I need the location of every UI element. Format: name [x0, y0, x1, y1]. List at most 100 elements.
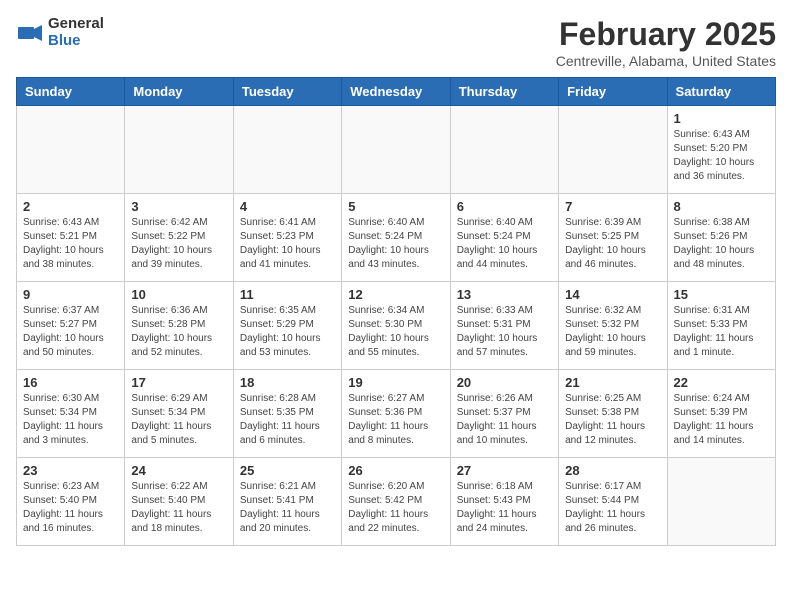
- day-info: Sunrise: 6:29 AM Sunset: 5:34 PM Dayligh…: [131, 392, 226, 448]
- calendar-cell: 13Sunrise: 6:33 AM Sunset: 5:31 PM Dayli…: [450, 282, 558, 370]
- day-info: Sunrise: 6:40 AM Sunset: 5:24 PM Dayligh…: [348, 216, 443, 272]
- day-info: Sunrise: 6:24 AM Sunset: 5:39 PM Dayligh…: [674, 392, 769, 448]
- calendar-week-1: 2 Sunrise: 6:43 AM Sunset: 5:21 PM Daylig…: [17, 194, 776, 282]
- day-number: 23: [23, 463, 118, 478]
- day-number: 12: [348, 287, 443, 302]
- day-info: Sunrise: 6:38 AM Sunset: 5:26 PM Dayligh…: [674, 216, 769, 272]
- day-number: 4: [240, 199, 335, 214]
- calendar-cell: 1 Sunrise: 6:43 AM Sunset: 5:20 PM Daylig…: [667, 106, 775, 194]
- day-number: 14: [565, 287, 660, 302]
- title-block: February 2025 Centreville, Alabama, Unit…: [556, 16, 776, 69]
- day-number: 19: [348, 375, 443, 390]
- calendar-cell: 24 Sunrise: 6:22 AM Sunset: 5:40 PM Dayli…: [125, 458, 233, 546]
- day-info: Sunrise: 6:33 AM Sunset: 5:31 PM Dayligh…: [457, 304, 552, 360]
- calendar-cell: 26 Sunrise: 6:20 AM Sunset: 5:42 PM Dayli…: [342, 458, 450, 546]
- location: Centreville, Alabama, United States: [556, 53, 776, 69]
- day-number: 9: [23, 287, 118, 302]
- day-info: Sunrise: 6:18 AM Sunset: 5:43 PM Dayligh…: [457, 480, 552, 536]
- weekday-header-row: SundayMondayTuesdayWednesdayThursdayFrid…: [17, 78, 776, 106]
- calendar-cell: 18 Sunrise: 6:28 AM Sunset: 5:35 PM Dayli…: [233, 370, 341, 458]
- day-number: 5: [348, 199, 443, 214]
- weekday-header-saturday: Saturday: [667, 78, 775, 106]
- day-info: Sunrise: 6:27 AM Sunset: 5:36 PM Dayligh…: [348, 392, 443, 448]
- month-title: February 2025: [556, 16, 776, 53]
- day-info: Sunrise: 6:35 AM Sunset: 5:29 PM Dayligh…: [240, 304, 335, 360]
- calendar-cell: [342, 106, 450, 194]
- day-number: 16: [23, 375, 118, 390]
- calendar-cell: 4 Sunrise: 6:41 AM Sunset: 5:23 PM Daylig…: [233, 194, 341, 282]
- calendar-cell: [450, 106, 558, 194]
- calendar-cell: 3 Sunrise: 6:42 AM Sunset: 5:22 PM Daylig…: [125, 194, 233, 282]
- day-info: Sunrise: 6:43 AM Sunset: 5:21 PM Dayligh…: [23, 216, 118, 272]
- calendar-cell: 20 Sunrise: 6:26 AM Sunset: 5:37 PM Dayli…: [450, 370, 558, 458]
- day-info: Sunrise: 6:28 AM Sunset: 5:35 PM Dayligh…: [240, 392, 335, 448]
- day-number: 20: [457, 375, 552, 390]
- calendar-cell: 12 Sunrise: 6:34 AM Sunset: 5:30 PM Dayli…: [342, 282, 450, 370]
- day-info: Sunrise: 6:40 AM Sunset: 5:24 PM Dayligh…: [457, 216, 552, 272]
- weekday-header-tuesday: Tuesday: [233, 78, 341, 106]
- day-number: 11: [240, 287, 335, 302]
- calendar-cell: 6 Sunrise: 6:40 AM Sunset: 5:24 PM Daylig…: [450, 194, 558, 282]
- calendar-cell: [17, 106, 125, 194]
- day-number: 17: [131, 375, 226, 390]
- day-info: Sunrise: 6:30 AM Sunset: 5:34 PM Dayligh…: [23, 392, 118, 448]
- day-info: Sunrise: 6:25 AM Sunset: 5:38 PM Dayligh…: [565, 392, 660, 448]
- day-number: 2: [23, 199, 118, 214]
- day-info: Sunrise: 6:37 AM Sunset: 5:27 PM Dayligh…: [23, 304, 118, 360]
- day-number: 27: [457, 463, 552, 478]
- day-number: 26: [348, 463, 443, 478]
- calendar-cell: 2 Sunrise: 6:43 AM Sunset: 5:21 PM Daylig…: [17, 194, 125, 282]
- calendar-table: SundayMondayTuesdayWednesdayThursdayFrid…: [16, 77, 776, 546]
- day-info: Sunrise: 6:34 AM Sunset: 5:30 PM Dayligh…: [348, 304, 443, 360]
- calendar-week-3: 16 Sunrise: 6:30 AM Sunset: 5:34 PM Dayli…: [17, 370, 776, 458]
- calendar-cell: 8Sunrise: 6:38 AM Sunset: 5:26 PM Daylig…: [667, 194, 775, 282]
- calendar-week-0: 1 Sunrise: 6:43 AM Sunset: 5:20 PM Daylig…: [17, 106, 776, 194]
- weekday-header-friday: Friday: [559, 78, 667, 106]
- calendar-cell: [125, 106, 233, 194]
- logo-general-text: General: [48, 16, 104, 33]
- day-info: Sunrise: 6:23 AM Sunset: 5:40 PM Dayligh…: [23, 480, 118, 536]
- weekday-header-sunday: Sunday: [17, 78, 125, 106]
- calendar-cell: 10 Sunrise: 6:36 AM Sunset: 5:28 PM Dayli…: [125, 282, 233, 370]
- weekday-header-thursday: Thursday: [450, 78, 558, 106]
- day-info: Sunrise: 6:41 AM Sunset: 5:23 PM Dayligh…: [240, 216, 335, 272]
- day-number: 1: [674, 111, 769, 126]
- day-info: Sunrise: 6:39 AM Sunset: 5:25 PM Dayligh…: [565, 216, 660, 272]
- calendar-cell: [667, 458, 775, 546]
- day-number: 22: [674, 375, 769, 390]
- calendar-cell: 5 Sunrise: 6:40 AM Sunset: 5:24 PM Daylig…: [342, 194, 450, 282]
- day-number: 18: [240, 375, 335, 390]
- day-info: Sunrise: 6:43 AM Sunset: 5:20 PM Dayligh…: [674, 128, 769, 184]
- day-number: 21: [565, 375, 660, 390]
- calendar-cell: 21 Sunrise: 6:25 AM Sunset: 5:38 PM Dayli…: [559, 370, 667, 458]
- day-info: Sunrise: 6:42 AM Sunset: 5:22 PM Dayligh…: [131, 216, 226, 272]
- day-number: 25: [240, 463, 335, 478]
- logo-blue-text: Blue: [48, 33, 104, 50]
- day-number: 10: [131, 287, 226, 302]
- day-info: Sunrise: 6:26 AM Sunset: 5:37 PM Dayligh…: [457, 392, 552, 448]
- calendar-cell: [559, 106, 667, 194]
- calendar-cell: 25 Sunrise: 6:21 AM Sunset: 5:41 PM Dayli…: [233, 458, 341, 546]
- day-info: Sunrise: 6:32 AM Sunset: 5:32 PM Dayligh…: [565, 304, 660, 360]
- page-header: General Blue February 2025 Centreville, …: [16, 16, 776, 69]
- day-info: Sunrise: 6:20 AM Sunset: 5:42 PM Dayligh…: [348, 480, 443, 536]
- calendar-cell: [233, 106, 341, 194]
- calendar-week-2: 9 Sunrise: 6:37 AM Sunset: 5:27 PM Daylig…: [17, 282, 776, 370]
- day-info: Sunrise: 6:17 AM Sunset: 5:44 PM Dayligh…: [565, 480, 660, 536]
- calendar-cell: 7Sunrise: 6:39 AM Sunset: 5:25 PM Daylig…: [559, 194, 667, 282]
- day-number: 24: [131, 463, 226, 478]
- day-number: 6: [457, 199, 552, 214]
- day-info: Sunrise: 6:36 AM Sunset: 5:28 PM Dayligh…: [131, 304, 226, 360]
- calendar-cell: 19 Sunrise: 6:27 AM Sunset: 5:36 PM Dayli…: [342, 370, 450, 458]
- day-info: Sunrise: 6:22 AM Sunset: 5:40 PM Dayligh…: [131, 480, 226, 536]
- weekday-header-monday: Monday: [125, 78, 233, 106]
- day-number: 15: [674, 287, 769, 302]
- calendar-cell: 15Sunrise: 6:31 AM Sunset: 5:33 PM Dayli…: [667, 282, 775, 370]
- calendar-cell: 28Sunrise: 6:17 AM Sunset: 5:44 PM Dayli…: [559, 458, 667, 546]
- logo-icon: [16, 19, 44, 47]
- logo: General Blue: [16, 16, 104, 49]
- calendar-cell: 9 Sunrise: 6:37 AM Sunset: 5:27 PM Daylig…: [17, 282, 125, 370]
- day-number: 3: [131, 199, 226, 214]
- day-info: Sunrise: 6:21 AM Sunset: 5:41 PM Dayligh…: [240, 480, 335, 536]
- weekday-header-wednesday: Wednesday: [342, 78, 450, 106]
